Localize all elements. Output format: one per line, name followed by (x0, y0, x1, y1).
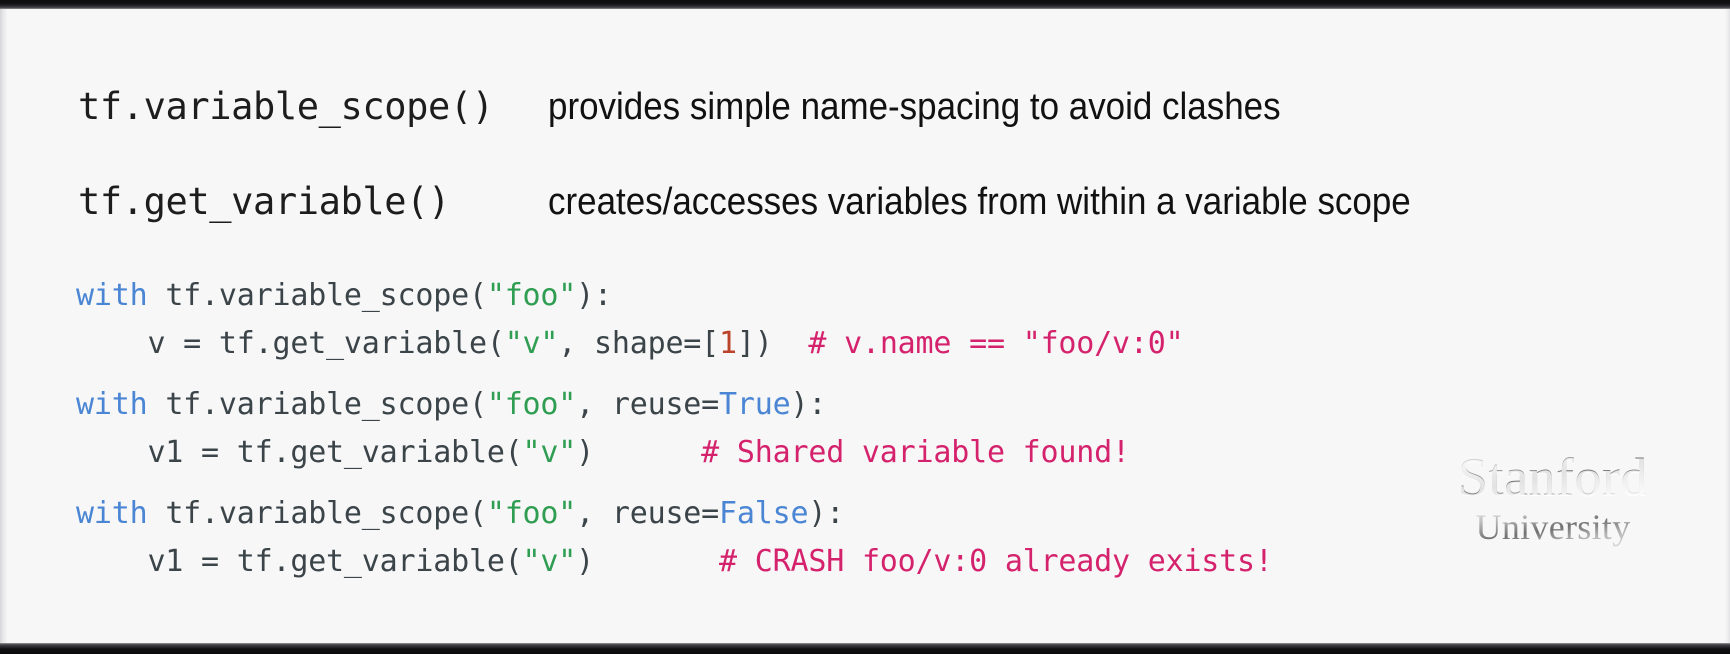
api-description-variable-scope: provides simple name-spacing to avoid cl… (548, 86, 1281, 128)
code-token-plain: ): (576, 278, 612, 313)
code-token-cmt: # Shared variable found! (701, 435, 1130, 470)
code-token-plain: , reuse= (576, 496, 720, 531)
code-token-plain: tf.variable_scope( (147, 278, 487, 313)
code-token-plain: ) (576, 544, 720, 579)
code-token-plain: v1 = tf.get_variable( (76, 544, 523, 579)
api-description-get-variable: creates/accesses variables from within a… (548, 181, 1411, 223)
code-token-plain: v = tf.get_variable( (76, 326, 505, 361)
video-letterbox-bottom (0, 643, 1730, 654)
code-token-kw: with (76, 278, 148, 313)
heading-row-variable-scope: tf.variable_scope() provides simple name… (78, 85, 1344, 129)
code-token-str: "v" (504, 326, 559, 361)
code-line: v = tf.get_variable("v", shape=[1]) # v.… (76, 320, 1273, 368)
code-token-plain: tf.variable_scope( (147, 496, 487, 531)
api-name-variable-scope: tf.variable_scope() (78, 85, 494, 128)
code-line: v1 = tf.get_variable("v") # CRASH foo/v:… (76, 538, 1273, 586)
code-token-cmt: # CRASH foo/v:0 already exists! (719, 544, 1273, 579)
video-letterbox-top (0, 0, 1730, 9)
code-token-num: 1 (719, 326, 737, 361)
code-token-plain: ) (576, 435, 702, 470)
heading-row-get-variable: tf.get_variable() creates/accesses varia… (78, 180, 1486, 224)
slide-edge-left (0, 9, 7, 643)
logo-brand-text: Stanford (1458, 447, 1648, 507)
code-token-plain: , reuse= (576, 387, 720, 422)
code-token-plain: tf.variable_scope( (147, 387, 487, 422)
code-token-str: "v" (522, 544, 577, 579)
code-token-plain: ): (808, 496, 845, 531)
code-line: v1 = tf.get_variable("v") # Shared varia… (76, 429, 1273, 477)
api-name-get-variable: tf.get_variable() (78, 180, 450, 223)
code-line: with tf.variable_scope("foo", reuse=Fals… (76, 490, 1273, 538)
slide-canvas: tf.variable_scope() provides simple name… (0, 0, 1730, 654)
code-block: with tf.variable_scope("foo"): v = tf.ge… (76, 272, 1273, 586)
code-line: with tf.variable_scope("foo"): (76, 272, 1273, 320)
code-token-str: "v" (522, 435, 577, 470)
code-token-kw: with (76, 496, 148, 531)
code-token-bool: True (719, 387, 791, 422)
slide-edge-right (1725, 9, 1730, 643)
code-token-kw: with (76, 387, 148, 422)
code-token-str: "foo" (486, 387, 577, 422)
code-token-bool: False (719, 496, 809, 531)
code-token-plain: ): (790, 387, 827, 422)
code-line: with tf.variable_scope("foo", reuse=True… (76, 381, 1273, 429)
code-token-str: "foo" (486, 278, 577, 313)
logo-sub-text: University (1458, 506, 1648, 548)
code-token-plain: , shape=[ (558, 326, 720, 361)
code-token-plain: v1 = tf.get_variable( (76, 435, 523, 470)
code-token-str: "foo" (486, 496, 577, 531)
code-token-plain: ]) (736, 326, 809, 361)
code-token-cmt: # v.name == "foo/v:0" (808, 326, 1184, 361)
stanford-university-logo: Stanford University (1458, 448, 1648, 548)
